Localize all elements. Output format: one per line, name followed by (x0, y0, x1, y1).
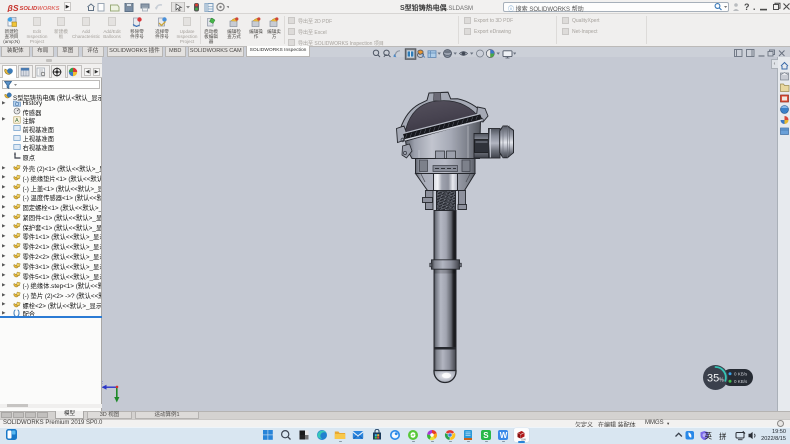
svg-text:0 KB/s: 0 KB/s (734, 372, 748, 377)
svg-text:35%: 35% (707, 372, 724, 384)
svg-text:W: W (500, 431, 508, 440)
svg-text:A: A (15, 118, 19, 124)
svg-text:0 KB/s: 0 KB/s (734, 379, 748, 384)
svg-text:S: S (483, 431, 489, 440)
svg-text:英: 英 (705, 431, 713, 441)
